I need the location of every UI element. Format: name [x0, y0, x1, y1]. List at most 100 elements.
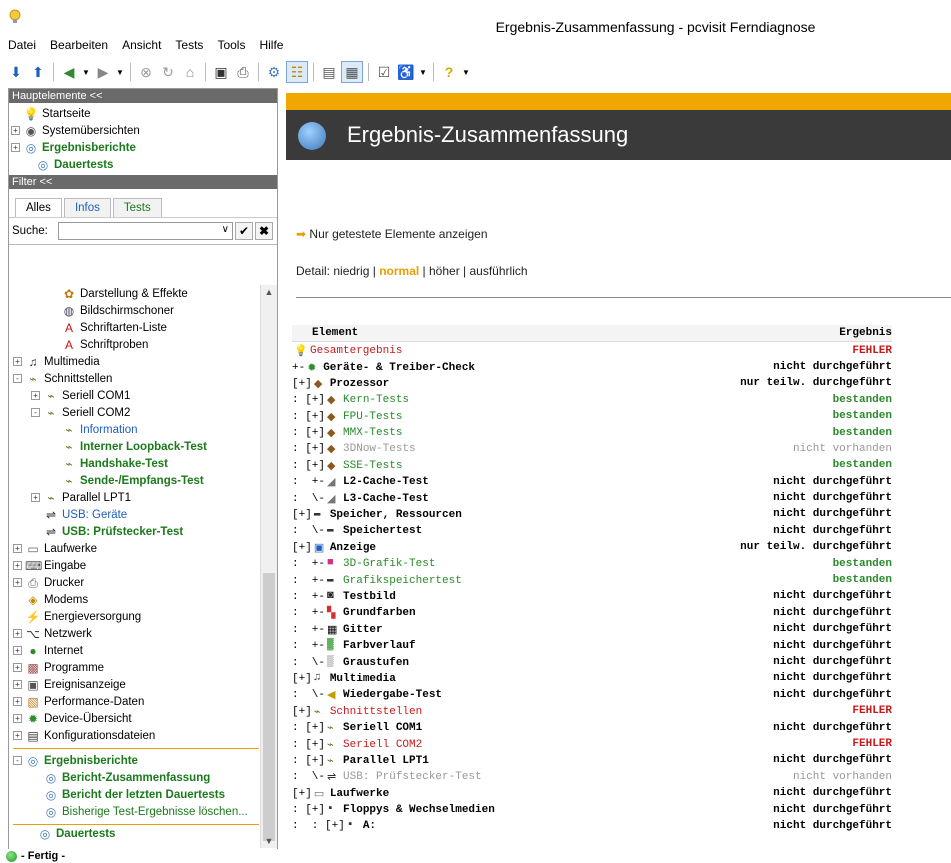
filter-tree-item[interactable]: + ▩ Programme	[13, 659, 259, 676]
expand-icon[interactable]: +	[13, 578, 22, 587]
filter-tree-item[interactable]: ◍ Bildschirmschoner	[13, 302, 259, 319]
accessibility-dropdown-icon[interactable]: ▼	[418, 62, 428, 82]
filter-tree-item[interactable]: ⌁ Sende-/Empfangs-Test	[13, 472, 259, 489]
filter-tree-item[interactable]: - ⌁ Schnittstellen	[13, 370, 259, 387]
main-tree-item[interactable]: 💡 Startseite	[11, 105, 277, 122]
print-icon[interactable]: ⎙	[233, 62, 253, 82]
back-icon[interactable]: ◀	[59, 62, 79, 82]
filter-tree-item[interactable]: ⇌ USB: Geräte	[13, 506, 259, 523]
filter-tree-item[interactable]: A Schriftarten-Liste	[13, 319, 259, 336]
expand-icon[interactable]: +	[13, 731, 22, 740]
filter-tree-item[interactable]: A Schriftproben	[13, 336, 259, 353]
forward-icon[interactable]: ▶	[93, 62, 113, 82]
expand-icon[interactable]: +	[13, 697, 22, 706]
result-row[interactable]: [+] ⌁ Schnittstellen FEHLER	[292, 703, 892, 719]
page-icon[interactable]: ▤	[319, 62, 339, 82]
reports-tree-item[interactable]: ◎ Bisherige Test-Ergebnisse löschen...	[13, 803, 259, 820]
main-tree-item[interactable]: + ◉ Systemübersichten	[11, 122, 277, 139]
result-row[interactable]: : +- ◢ L2-Cache-Test nicht durchgeführt	[292, 474, 892, 490]
collapse-icon[interactable]: -	[31, 408, 40, 417]
result-row[interactable]: : [+] ⌁ Seriell COM2 FEHLER	[292, 736, 892, 752]
expand-icon[interactable]: +	[13, 680, 22, 689]
main-tree-item[interactable]: + ◎ Ergebnisberichte	[11, 139, 277, 156]
collapse-icon[interactable]: -	[13, 756, 22, 765]
filter-tree-item[interactable]: ⌁ Handshake-Test	[13, 455, 259, 472]
dauertests-tree-item[interactable]: ◎ Dauertests	[13, 825, 259, 842]
detail-normal[interactable]: normal	[379, 264, 419, 278]
menu-item-hilfe[interactable]: Hilfe	[251, 38, 289, 52]
filter-tree-item[interactable]: ⚡ Energieversorgung	[13, 608, 259, 625]
properties-icon[interactable]: ☑	[374, 62, 394, 82]
filter-tree-item[interactable]: + ⌁ Seriell COM1	[13, 387, 259, 404]
menu-item-ansicht[interactable]: Ansicht	[114, 38, 167, 52]
result-row[interactable]: : [+] ◆ SSE-Tests bestanden	[292, 457, 892, 473]
filter-tree-item[interactable]: + ▣ Ereignisanzeige	[13, 676, 259, 693]
detail-niedrig[interactable]: niedrig	[333, 264, 369, 278]
clear-filter-button[interactable]: ✖	[255, 222, 273, 240]
result-row[interactable]: : +- ▦ Gitter nicht durchgeführt	[292, 621, 892, 637]
home-icon[interactable]: ⌂	[180, 62, 200, 82]
report-icon[interactable]: ▦	[341, 61, 363, 83]
result-row[interactable]: : [+] ⌁ Seriell COM1 nicht durchgeführt	[292, 719, 892, 736]
reports-tree-item[interactable]: ◎ Bericht der letzten Dauertests	[13, 786, 259, 803]
result-row[interactable]: 💡 Gesamtergebnis FEHLER	[292, 342, 892, 359]
filter-tree-item[interactable]: + ⌨ Eingabe	[13, 557, 259, 574]
result-row[interactable]: : +- ■ 3D-Grafik-Test bestanden	[292, 555, 892, 571]
filter-tree-item[interactable]: + ⌁ Parallel LPT1	[13, 489, 259, 506]
forward-dropdown-icon[interactable]: ▼	[115, 62, 125, 82]
result-row[interactable]: : \- ▬ Speichertest nicht durchgeführt	[292, 523, 892, 539]
result-row[interactable]: [+] ▭ Laufwerke nicht durchgeführt	[292, 785, 892, 801]
result-row[interactable]: : \- ◢ L3-Cache-Test nicht durchgeführt	[292, 490, 892, 506]
collapse-icon[interactable]: -	[13, 374, 22, 383]
chevron-down-icon[interactable]: ∨	[222, 224, 229, 235]
back-dropdown-icon[interactable]: ▼	[81, 62, 91, 82]
filter-tree-item[interactable]: + ● Internet	[13, 642, 259, 659]
filter-tree-item[interactable]: + ✹ Device-Übersicht	[13, 710, 259, 727]
result-row[interactable]: : \- ⇌ USB: Prüfstecker-Test nicht vorhande…	[292, 769, 892, 785]
result-row[interactable]: : [+] ◆ FPU-Tests bestanden	[292, 408, 892, 424]
stop-icon[interactable]: ⊗	[136, 62, 156, 82]
expand-icon[interactable]: +	[13, 561, 22, 570]
expand-icon[interactable]: +	[13, 646, 22, 655]
reports-tree-item[interactable]: ◎ Bericht-Zusammenfassung	[13, 769, 259, 786]
result-row[interactable]: : \- ▒ Graustufen nicht durchgeführt	[292, 654, 892, 670]
filter-tree-item[interactable]: + ⎙ Drucker	[13, 574, 259, 591]
result-row[interactable]: : +- ▬ Grafikspeichertest bestanden	[292, 572, 892, 588]
tab-tests[interactable]: Tests	[112, 198, 162, 217]
detail-ausfuehrlich[interactable]: ausführlich	[470, 264, 528, 278]
expand-icon[interactable]: +	[31, 391, 40, 400]
filter-tree-item[interactable]: + ⌥ Netzwerk	[13, 625, 259, 642]
result-row[interactable]: : [+] ◆ MMX-Tests bestanden	[292, 424, 892, 441]
result-row[interactable]: : +- ◙ Testbild nicht durchgeführt	[292, 588, 892, 604]
result-row[interactable]: : +- ▚ Grundfarben nicht durchgeführt	[292, 605, 892, 621]
main-elements-header[interactable]: Hauptelemente <<	[9, 89, 277, 103]
filter-tree-item[interactable]: + ♫ Multimedia	[13, 353, 259, 370]
expand-icon[interactable]: +	[13, 714, 22, 723]
result-row[interactable]: : \- ◀ Wiedergabe-Test nicht durchgeführt	[292, 687, 892, 703]
reports-tree-item[interactable]: - ◎ Ergebnisberichte	[13, 752, 259, 769]
filter-tree-item[interactable]: ✿ Darstellung & Effekte	[13, 285, 259, 302]
expand-icon[interactable]: +	[11, 126, 20, 135]
expand-icon[interactable]: +	[13, 357, 22, 366]
tab-all[interactable]: Alles	[15, 198, 62, 217]
result-row[interactable]: : [+] ◆ 3DNow-Tests nicht vorhanden	[292, 441, 892, 457]
result-row[interactable]: : [+] ◆ Kern-Tests bestanden	[292, 392, 892, 408]
tree-view-icon[interactable]: ☷	[286, 61, 308, 83]
apply-filter-button[interactable]: ✔	[235, 222, 253, 240]
filter-tree-scrollbar[interactable]: ▲ ▼	[260, 285, 277, 848]
menu-item-datei[interactable]: Datei	[0, 38, 42, 52]
expand-icon[interactable]: +	[13, 544, 22, 553]
filter-tree-item[interactable]: ⌁ Interner Loopback-Test	[13, 438, 259, 455]
help-icon[interactable]: ?	[439, 62, 459, 82]
expand-icon[interactable]: +	[11, 143, 20, 152]
expand-icon[interactable]: +	[31, 493, 40, 502]
main-tree-item[interactable]: ◎ Dauertests	[11, 156, 277, 173]
arrow-down-icon[interactable]: ⬇	[6, 62, 26, 82]
filter-tree-item[interactable]: ⇌ USB: Prüfstecker-Test	[13, 523, 259, 540]
expand-icon[interactable]: +	[13, 663, 22, 672]
accessibility-icon[interactable]: ♿	[396, 62, 416, 82]
arrow-up-icon[interactable]: ⬆	[28, 62, 48, 82]
save-icon[interactable]: ▣	[211, 62, 231, 82]
result-row[interactable]: : [+] ▪ Floppys & Wechselmedien nicht durch…	[292, 801, 892, 817]
search-input[interactable]: ∨	[58, 222, 233, 240]
